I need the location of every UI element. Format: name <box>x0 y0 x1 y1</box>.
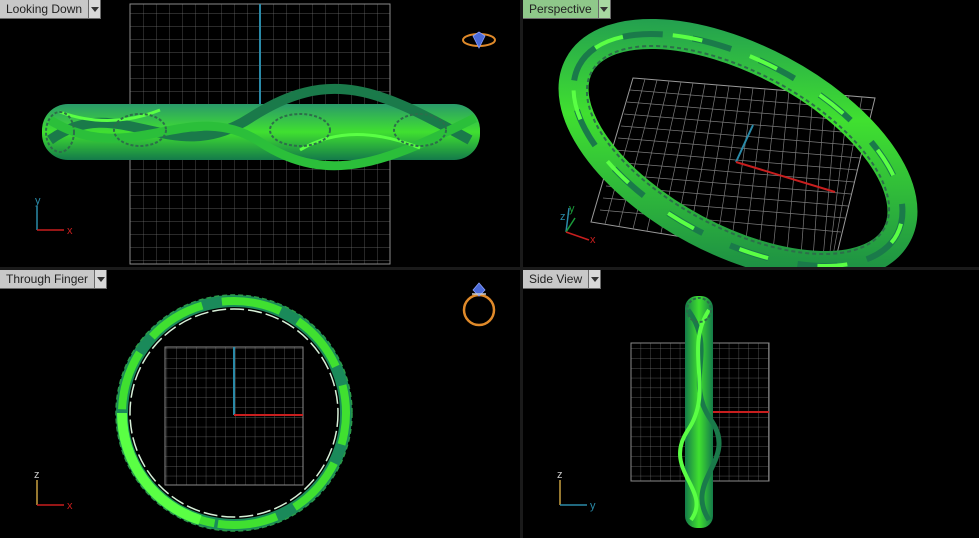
ring-top-icon[interactable] <box>462 31 496 49</box>
ring-front-icon[interactable] <box>462 282 496 327</box>
viewport-tab-side-view[interactable]: Side View <box>523 270 602 289</box>
axis-label-z: z <box>34 469 40 481</box>
axis-label-x: x <box>67 225 73 237</box>
axis-label-y: y <box>590 500 596 512</box>
viewport-label: Looking Down <box>6 2 83 16</box>
axis-indicator-top <box>36 206 64 231</box>
axis-label-y: y <box>35 195 41 207</box>
chevron-down-icon[interactable] <box>597 0 610 18</box>
z-axis-line <box>735 124 754 163</box>
side-view-canvas: z y <box>557 296 770 528</box>
chevron-down-icon[interactable] <box>588 270 601 288</box>
viewport-side-view[interactable]: z y Side View <box>523 270 979 538</box>
viewport-through-finger[interactable]: z x Through Finger <box>0 270 520 538</box>
viewport-looking-down[interactable]: y x Looking Down <box>0 0 520 267</box>
axis-indicator-front <box>36 480 64 506</box>
viewport-tab-through-finger[interactable]: Through Finger <box>0 270 108 289</box>
viewport-label: Side View <box>529 272 583 286</box>
viewport-tab-perspective[interactable]: Perspective <box>523 0 611 19</box>
viewport-label: Perspective <box>529 2 592 16</box>
chevron-down-icon[interactable] <box>88 0 101 18</box>
viewport-label: Through Finger <box>6 272 89 286</box>
axis-label-x: x <box>590 234 596 246</box>
viewport-perspective[interactable]: z y x Perspective <box>523 0 979 267</box>
x-axis-line <box>735 161 836 193</box>
front-view-canvas: z x <box>34 282 496 532</box>
axis-label-x: x <box>67 500 73 512</box>
perspective-view-canvas: z y x <box>558 19 918 267</box>
axis-label-z: z <box>560 211 566 223</box>
axis-label-z: z <box>557 469 563 481</box>
viewport-tab-looking-down[interactable]: Looking Down <box>0 0 102 19</box>
axis-label-y: y <box>569 203 575 215</box>
chevron-down-icon[interactable] <box>94 270 107 288</box>
ring-band-perspective <box>558 19 918 267</box>
top-view-canvas: y x <box>35 3 496 265</box>
axis-indicator-side <box>559 480 587 506</box>
